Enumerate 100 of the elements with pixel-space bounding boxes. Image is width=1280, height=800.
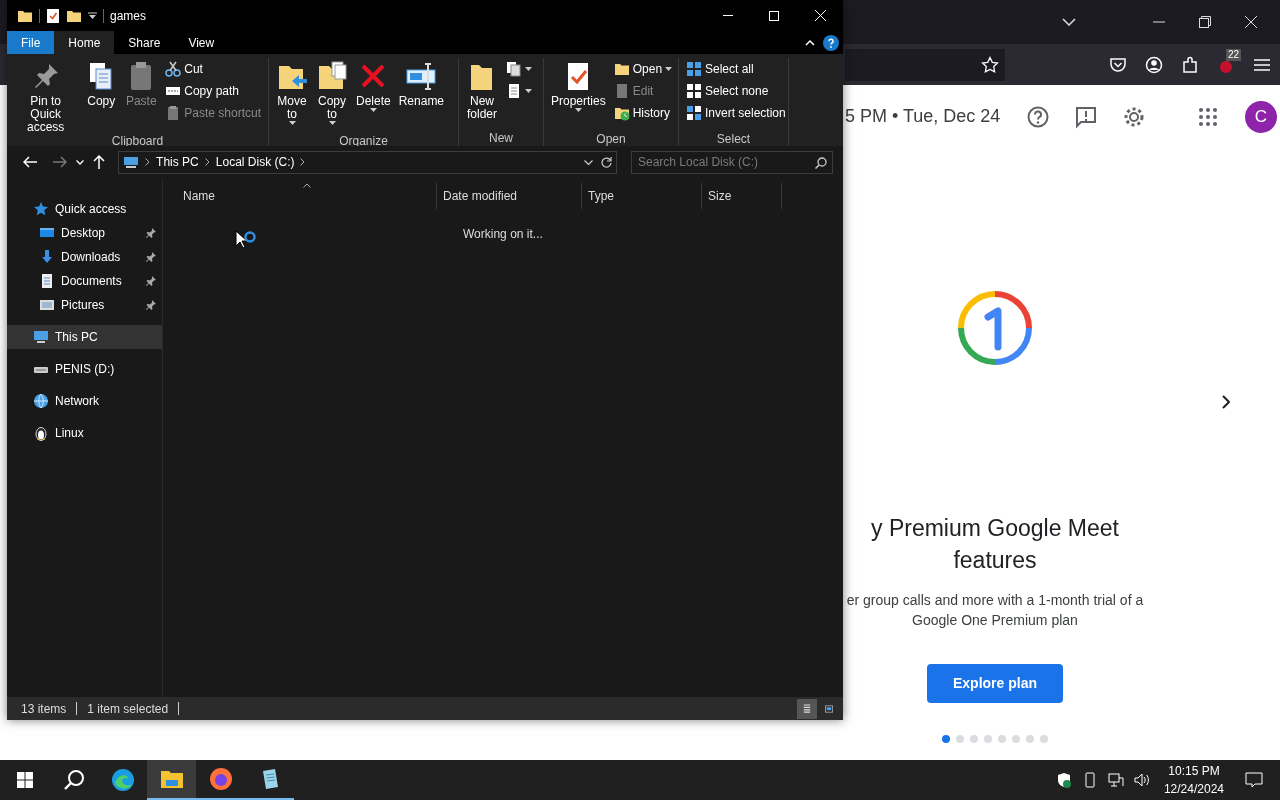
ribbon-button[interactable]: Delete xyxy=(353,58,394,114)
details-view-button[interactable] xyxy=(797,698,817,719)
ribbon-button[interactable]: Cut xyxy=(162,58,264,80)
address-field[interactable]: This PC Local Disk (C:) xyxy=(118,150,617,174)
taskbar-app-button[interactable] xyxy=(147,760,196,800)
search-icon xyxy=(815,156,827,169)
tray-button[interactable] xyxy=(1105,772,1126,788)
column-header[interactable]: Date modified xyxy=(437,183,582,209)
breadcrumb[interactable]: Local Disk (C:) xyxy=(215,153,295,171)
status-text: 13 items xyxy=(21,700,67,718)
header-button[interactable] xyxy=(1073,104,1099,129)
ribbon-button[interactable]: Open xyxy=(610,58,676,80)
maximize-icon xyxy=(769,10,779,21)
ribbon-tab[interactable]: Home xyxy=(54,31,115,54)
help-button[interactable] xyxy=(823,34,839,51)
caret-icon xyxy=(665,67,673,71)
status-text: 1 item selected xyxy=(87,700,169,718)
nav-item[interactable]: Documents xyxy=(7,269,162,293)
carousel-dot[interactable] xyxy=(1012,735,1020,743)
collapse-ribbon-button[interactable] xyxy=(805,39,815,46)
ribbon-button[interactable]: New folder xyxy=(463,58,501,123)
search-field[interactable]: Search Local Disk (C:) xyxy=(631,150,833,174)
ribbon-button[interactable]: Select none xyxy=(683,80,789,102)
carousel-dot[interactable] xyxy=(998,735,1006,743)
restore-icon xyxy=(1199,16,1211,28)
ribbon-button[interactable]: Rename xyxy=(395,58,448,110)
promo-description: er group calls and more with a 1-month trial of a Google One Premium plan xyxy=(845,591,1145,630)
caret-icon xyxy=(525,89,532,93)
caret-icon xyxy=(369,108,377,112)
account-icon xyxy=(1145,55,1163,74)
nav-item[interactable]: PENIS (D:) xyxy=(7,357,162,381)
ribbon-group-label: Clipboard xyxy=(110,133,165,150)
grid-icon xyxy=(686,105,702,121)
carousel-dot[interactable] xyxy=(984,735,992,743)
menu-icon xyxy=(1254,58,1270,71)
rename-icon xyxy=(405,60,438,92)
nav-item[interactable]: Network xyxy=(7,389,162,413)
next-slide-button[interactable] xyxy=(1222,395,1230,409)
carousel-dot[interactable] xyxy=(956,735,964,743)
chevron-right-icon xyxy=(145,158,151,166)
ribbon-group-label: Open xyxy=(595,131,627,148)
chevron-down-icon xyxy=(584,159,593,165)
column-header[interactable]: Type xyxy=(582,183,702,209)
explore-plan-button[interactable]: Explore plan xyxy=(927,664,1063,703)
customize-toolbar-button[interactable] xyxy=(88,11,97,20)
ribbon-button[interactable]: Move to xyxy=(273,58,311,127)
ribbon-group-label: Select xyxy=(715,131,752,148)
chevron-right-icon xyxy=(204,158,210,166)
nav-item[interactable]: Quick access xyxy=(7,197,162,221)
help-icon xyxy=(823,34,839,51)
details-view-icon xyxy=(803,701,811,716)
breadcrumb[interactable]: This PC xyxy=(156,153,199,171)
file-menu-button[interactable]: File xyxy=(7,31,55,54)
browser-icon xyxy=(110,768,135,792)
ribbon-button[interactable]: Select all xyxy=(683,58,789,80)
penguin-icon xyxy=(33,425,49,441)
header-button[interactable] xyxy=(1025,104,1051,129)
ribbon-button[interactable]: History xyxy=(610,102,676,124)
column-header[interactable]: Size xyxy=(702,183,782,209)
ribbon-button[interactable]: Pin to Quick access xyxy=(11,58,81,136)
caret-icon xyxy=(525,67,532,71)
star-icon xyxy=(981,55,999,74)
sort-up-icon xyxy=(302,183,311,188)
extension-button[interactable]: 22 xyxy=(1208,47,1244,82)
ribbon-button[interactable]: Copy path xyxy=(162,80,264,102)
recent-locations-button[interactable] xyxy=(76,159,85,165)
nav-item[interactable]: Linux xyxy=(7,421,162,445)
pocket-icon xyxy=(1109,55,1127,74)
scissors-icon xyxy=(165,61,182,77)
nav-item[interactable]: Pictures xyxy=(7,293,162,317)
nav-item[interactable]: Downloads xyxy=(7,245,162,269)
ribbon-button[interactable]: Properties xyxy=(548,58,609,114)
ribbon-button[interactable]: Copy to xyxy=(313,58,351,127)
nav-item[interactable]: Desktop xyxy=(7,221,162,245)
chevron-down-icon xyxy=(76,159,85,165)
clock[interactable]: 10:15 PM 12/24/2024 xyxy=(1157,762,1230,798)
carousel-dot[interactable] xyxy=(942,735,950,743)
caret-icon xyxy=(574,108,582,112)
column-header[interactable]: Name xyxy=(177,183,437,209)
up-arrow-icon xyxy=(93,155,106,169)
ribbon-tab[interactable]: View xyxy=(174,31,229,54)
ribbon-button[interactable]: Copy xyxy=(82,58,121,110)
tray-button[interactable] xyxy=(1131,772,1152,788)
clock-date: 12/24/2024 xyxy=(1163,781,1224,798)
avatar[interactable]: C xyxy=(1245,100,1277,133)
tab-list-button[interactable] xyxy=(1062,18,1076,26)
carousel-dot[interactable] xyxy=(1040,735,1048,743)
loading-message: Working on it... xyxy=(463,226,543,243)
chevron-right-icon xyxy=(1222,395,1230,409)
carousel-dot[interactable] xyxy=(970,735,978,743)
speaker-icon xyxy=(1133,772,1150,788)
folder-pages-icon xyxy=(316,60,348,92)
download-icon xyxy=(39,249,55,265)
ribbon-group-label: New xyxy=(488,130,514,147)
chevron-right-icon xyxy=(300,158,306,166)
back-arrow-icon xyxy=(22,156,37,168)
ribbon-tab[interactable]: Share xyxy=(114,31,175,54)
nav-item[interactable]: This PC xyxy=(7,325,162,349)
ribbon-button[interactable]: Invert selection xyxy=(683,102,789,124)
carousel-dot[interactable] xyxy=(1026,735,1034,743)
